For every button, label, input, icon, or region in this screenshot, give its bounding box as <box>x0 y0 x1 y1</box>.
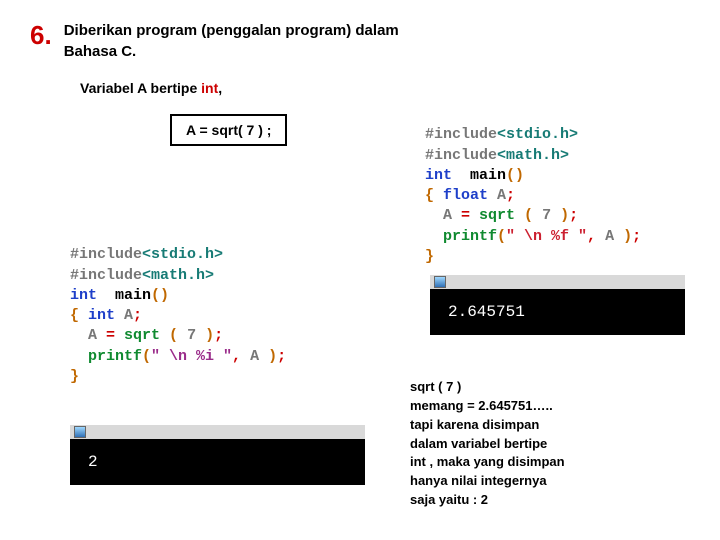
explain-line: saja yaitu : 2 <box>410 492 488 507</box>
code-token: ; <box>277 348 286 365</box>
code-token: float <box>434 187 488 204</box>
code-token: , <box>587 228 605 245</box>
output-console-float: 2.645751 <box>430 275 685 335</box>
code-token: () <box>506 167 524 184</box>
code-token: ) <box>560 207 569 224</box>
explain-line: memang = 2.645751….. <box>410 398 553 413</box>
question-number: 6. <box>30 20 52 51</box>
code-token: <math.h> <box>142 267 214 284</box>
code-token: ) <box>268 348 277 365</box>
code-token: printf <box>70 348 142 365</box>
code-snippet-int: #include<stdio.h> #include<math.h> int m… <box>70 225 286 387</box>
variable-declaration: Variabel A bertipe int, <box>80 80 690 96</box>
code-token: int <box>70 287 97 304</box>
console-titlebar <box>430 275 685 289</box>
code-token: main <box>452 167 506 184</box>
code-token: #include <box>70 246 142 263</box>
title-line-2: Bahasa C. <box>64 43 137 60</box>
code-token: sqrt <box>115 327 169 344</box>
code-token: } <box>425 248 434 265</box>
explain-line: dalam variabel bertipe <box>410 436 547 451</box>
question-title: Diberikan program (penggalan program) da… <box>64 20 399 62</box>
console-icon <box>74 426 86 438</box>
code-token: ( <box>169 327 178 344</box>
code-token: main <box>97 287 151 304</box>
console-output-value: 2.645751 <box>430 289 685 335</box>
code-token: ) <box>623 228 632 245</box>
explain-line: sqrt ( 7 ) <box>410 379 461 394</box>
code-token: = <box>106 327 115 344</box>
code-token: #include <box>70 267 142 284</box>
code-token: = <box>461 207 470 224</box>
code-token: A <box>488 187 506 204</box>
code-token: ( <box>524 207 533 224</box>
console-icon <box>434 276 446 288</box>
title-line-1: Diberikan program (penggalan program) da… <box>64 22 399 39</box>
code-token: 7 <box>533 207 560 224</box>
code-token: ( <box>142 348 151 365</box>
console-output-value: 2 <box>70 439 365 485</box>
code-token: A <box>425 207 461 224</box>
variable-pre: Variabel A bertipe <box>80 80 201 96</box>
code-token: A <box>70 327 106 344</box>
output-console-int: 2 <box>70 425 365 485</box>
formula-box: A = sqrt( 7 ) ; <box>170 114 287 146</box>
code-token: A <box>115 307 133 324</box>
code-token: ; <box>214 327 223 344</box>
console-titlebar <box>70 425 365 439</box>
code-token: ; <box>569 207 578 224</box>
code-token: " \n %f " <box>506 228 587 245</box>
code-token: { <box>70 307 79 324</box>
code-snippet-float: #include<stdio.h> #include<math.h> int m… <box>425 105 641 267</box>
code-token: #include <box>425 147 497 164</box>
code-token: 7 <box>178 327 205 344</box>
variable-keyword: int <box>201 80 218 96</box>
code-token: } <box>70 368 79 385</box>
code-token: { <box>425 187 434 204</box>
code-token: <stdio.h> <box>142 246 223 263</box>
code-token: A <box>605 228 623 245</box>
code-token: " \n %i " <box>151 348 232 365</box>
code-token: ; <box>506 187 515 204</box>
code-token: ; <box>133 307 142 324</box>
explain-line: int , maka yang disimpan <box>410 454 565 469</box>
code-token: <stdio.h> <box>497 126 578 143</box>
code-token: A <box>250 348 268 365</box>
code-token: ; <box>632 228 641 245</box>
code-token: () <box>151 287 169 304</box>
code-token: <math.h> <box>497 147 569 164</box>
variable-post: , <box>218 80 222 96</box>
explanation-text: sqrt ( 7 ) memang = 2.645751….. tapi kar… <box>410 378 690 510</box>
code-token: int <box>79 307 115 324</box>
code-token: printf <box>425 228 497 245</box>
code-token: ( <box>497 228 506 245</box>
code-token: sqrt <box>470 207 524 224</box>
code-token: #include <box>425 126 497 143</box>
code-token: , <box>232 348 250 365</box>
explain-line: hanya nilai integernya <box>410 473 547 488</box>
explain-line: tapi karena disimpan <box>410 417 539 432</box>
code-token: int <box>425 167 452 184</box>
code-token: ) <box>205 327 214 344</box>
question-header: 6. Diberikan program (penggalan program)… <box>30 20 690 62</box>
